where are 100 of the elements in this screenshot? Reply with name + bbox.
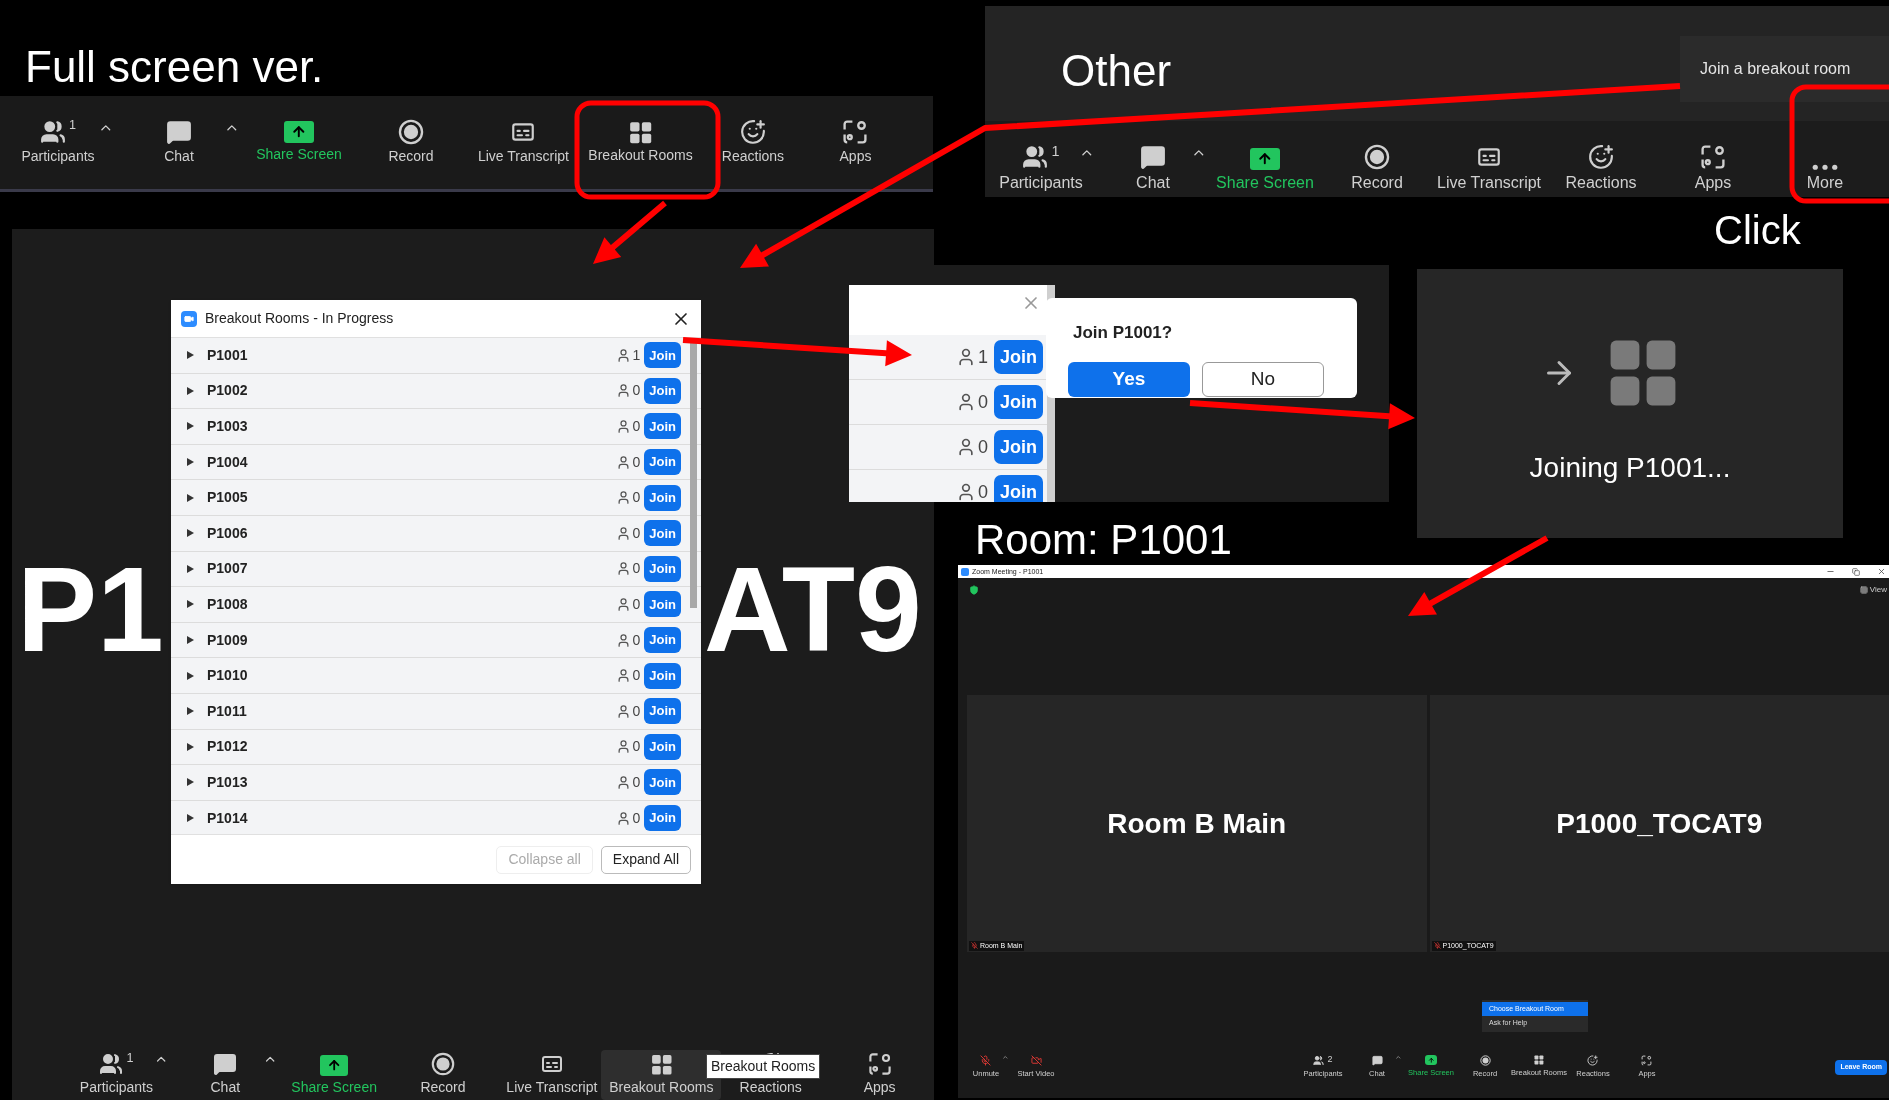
person-icon	[616, 454, 632, 470]
join-button[interactable]: Join	[644, 413, 681, 440]
shield-icon	[969, 585, 979, 595]
apps-icon	[842, 119, 869, 146]
join-button[interactable]: Join	[994, 385, 1043, 419]
participant-count: 0	[632, 701, 641, 721]
room-row[interactable]: P1004 0 Join	[171, 444, 701, 481]
expand-arrow-icon[interactable]	[187, 707, 194, 716]
toolbar-button[interactable]: Breakout Rooms	[580, 116, 701, 169]
speech-bubble-icon	[213, 1051, 238, 1076]
person-icon	[616, 632, 632, 648]
participant-count: 0	[632, 559, 641, 579]
toolbar-button[interactable]: Chat	[156, 115, 202, 170]
room-row[interactable]: P1008 0 Join	[171, 587, 701, 623]
expand-arrow-icon[interactable]	[187, 600, 194, 609]
room-row[interactable]: 1 Join	[849, 335, 1047, 380]
expand-arrow-icon[interactable]	[187, 814, 194, 822]
expand-arrow-icon[interactable]	[187, 778, 194, 787]
expand-arrow-icon[interactable]	[187, 671, 194, 680]
join-button[interactable]: Join	[644, 733, 681, 760]
toolbar-button[interactable]: Record	[412, 1047, 474, 1100]
room-name: P1006	[207, 523, 248, 543]
expand-button[interactable]: Expand All	[600, 845, 691, 874]
toolbar-button[interactable]: Record	[380, 115, 442, 170]
expand-arrow-icon[interactable]	[187, 493, 194, 502]
smiley-icon	[1588, 144, 1614, 170]
room-name: P1002	[207, 381, 248, 401]
expand-arrow-icon[interactable]	[187, 458, 194, 467]
room-row[interactable]: P1003 0 Join	[171, 409, 701, 445]
view-button[interactable]: View	[1859, 584, 1887, 596]
expand-arrow-icon[interactable]	[187, 564, 194, 573]
room-row[interactable]: P1005 0 Join	[171, 480, 701, 516]
join-button[interactable]: Join	[644, 591, 681, 618]
toolbar-button[interactable]: Chat	[202, 1047, 249, 1100]
room-row[interactable]: 0 Join	[849, 470, 1047, 502]
toolbar-button[interactable]: Reactions	[713, 115, 793, 170]
participant-count: 0	[632, 630, 641, 650]
room-name: P1014	[207, 808, 248, 828]
toolbar-button[interactable]: Share Screen	[283, 1051, 385, 1100]
room-name: P1008	[207, 594, 248, 614]
participant-count: 1	[126, 1051, 134, 1065]
room-name: P1004	[207, 452, 248, 472]
join-button[interactable]: Join	[644, 698, 681, 725]
restore-icon[interactable]	[1852, 567, 1860, 576]
toolbar-button[interactable]: 1 Participants	[991, 140, 1091, 197]
join-button[interactable]: Join	[994, 475, 1043, 502]
expand-arrow-icon[interactable]	[187, 529, 194, 538]
room-row[interactable]: P1012 0 Join	[171, 729, 701, 766]
join-button[interactable]: Join	[994, 430, 1043, 464]
expand-arrow-icon[interactable]	[187, 386, 194, 395]
room-row[interactable]: P1011 0 Join	[171, 693, 701, 730]
upload-arrow-icon	[1424, 1055, 1438, 1065]
apps-icon	[1641, 1055, 1653, 1067]
toolbar-button[interactable]: Reactions	[1557, 140, 1645, 197]
no-button[interactable]: No	[1202, 361, 1324, 397]
join-button[interactable]: Join	[644, 805, 681, 831]
join-button[interactable]: Join	[644, 484, 681, 511]
toolbar-button[interactable]: Share Screen	[1208, 143, 1322, 197]
person-icon	[616, 419, 632, 434]
join-button[interactable]: Join	[644, 520, 681, 547]
record-icon	[398, 119, 424, 146]
room-row[interactable]: P1006 0 Join	[171, 515, 701, 552]
room-row[interactable]: 0 Join	[849, 425, 1047, 470]
toolbar-button[interactable]: Live Transcript	[469, 115, 577, 170]
click-label: Click	[1714, 207, 1801, 254]
join-button[interactable]: Join	[644, 555, 681, 582]
toolbar-button[interactable]: Live Transcript	[1429, 140, 1550, 197]
yes-button[interactable]: Yes	[1068, 361, 1190, 397]
join-button[interactable]: Join	[644, 377, 681, 404]
toolbar-button[interactable]: Chat	[1128, 140, 1178, 197]
expand-arrow-icon[interactable]	[187, 422, 194, 431]
expand-arrow-icon[interactable]	[187, 636, 194, 645]
room-row[interactable]: P1014 0 Join	[171, 800, 701, 834]
room-name: P1001	[207, 345, 248, 365]
toolbar-button[interactable]: More	[1798, 159, 1852, 197]
join-button[interactable]: Join	[644, 627, 681, 654]
join-button[interactable]: Join	[644, 342, 681, 369]
toolbar-button[interactable]: Apps	[855, 1047, 904, 1100]
participant-name: Room B Main	[1107, 806, 1287, 841]
room-name: P1011	[207, 701, 247, 721]
expand-arrow-icon[interactable]	[187, 742, 194, 751]
room-row[interactable]: P1010 0 Join	[171, 658, 701, 694]
room-row[interactable]: P1007 0 Join	[171, 551, 701, 588]
room-row[interactable]: P1013 0 Join	[171, 765, 701, 801]
toolbar-button[interactable]: Apps	[1686, 140, 1740, 197]
room-row[interactable]: P1001 1 Join	[171, 338, 701, 374]
toolbar-button[interactable]: Record	[1343, 140, 1411, 197]
toolbar-button[interactable]: Share Screen	[248, 117, 350, 168]
toolbar-button[interactable]: 1 Participants	[71, 1047, 161, 1100]
toolbar-button[interactable]: 1 Participants	[13, 115, 103, 170]
join-button[interactable]: Join	[644, 769, 681, 796]
room-row[interactable]: P1009 0 Join	[171, 622, 701, 659]
expand-arrow-icon[interactable]	[187, 351, 194, 360]
join-button[interactable]: Join	[644, 449, 681, 476]
room-row[interactable]: P1002 0 Join	[171, 373, 701, 410]
room-row[interactable]: 0 Join	[849, 380, 1047, 425]
join-button[interactable]: Join	[644, 662, 681, 689]
dialog-title: Breakout Rooms - In Progress	[205, 309, 394, 328]
join-button[interactable]: Join	[994, 340, 1043, 374]
toolbar-button[interactable]: Apps	[831, 115, 880, 170]
